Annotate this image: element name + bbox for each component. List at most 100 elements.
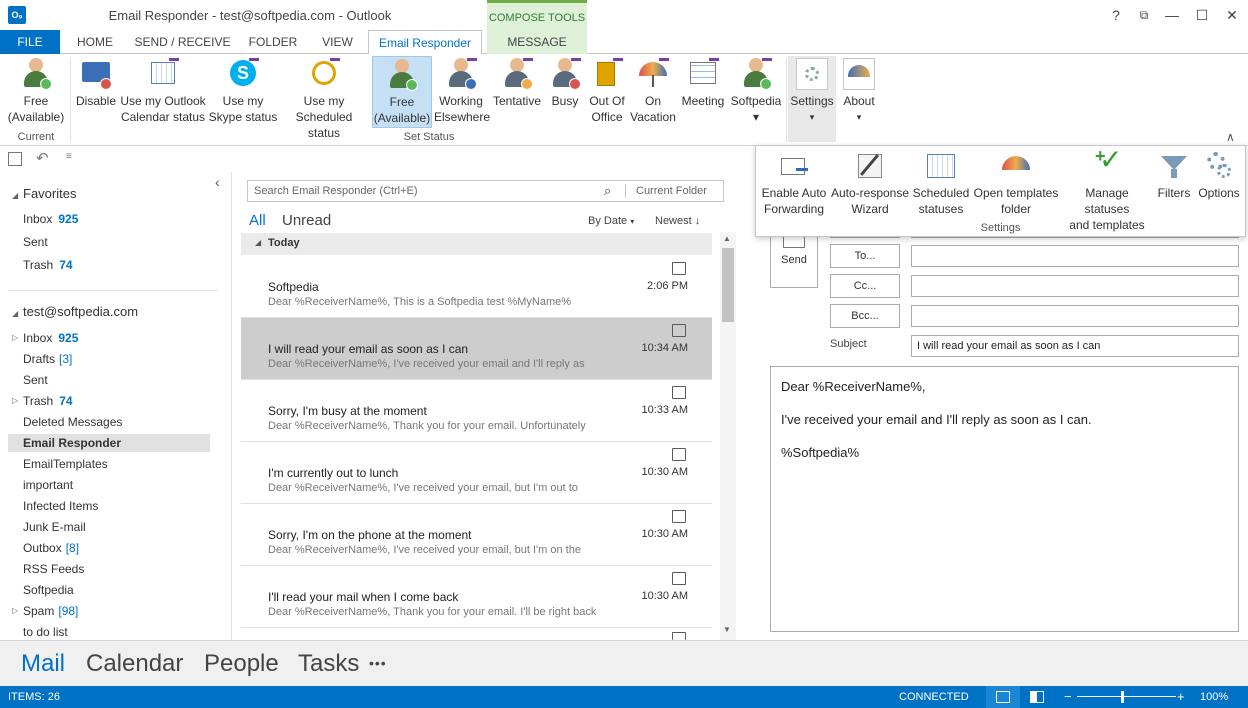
scheduled-statuses-button[interactable]: Scheduled statuses xyxy=(912,148,970,217)
folder-deleted-messages[interactable]: Deleted Messages xyxy=(23,415,122,429)
about-dropdown-button[interactable]: About ▾ xyxy=(838,56,880,125)
undo-icon[interactable]: ↶ xyxy=(36,149,49,167)
cc-field[interactable] xyxy=(911,275,1239,297)
disable-button[interactable]: Disable xyxy=(74,56,118,109)
nav-tasks[interactable]: Tasks xyxy=(298,650,359,678)
folder-sent[interactable]: Sent xyxy=(23,373,48,387)
message-item[interactable]: Sorry, I'm on the phone at the moment De… xyxy=(241,504,712,566)
tab-message[interactable]: MESSAGE xyxy=(487,30,587,54)
folder-drafts[interactable]: Drafts [3] xyxy=(23,352,72,366)
message-body-editor[interactable]: Dear %ReceiverName%, I've received your … xyxy=(770,366,1239,632)
manage-statuses-templates-button[interactable]: + ✓ Manage statuses and templates xyxy=(1062,146,1152,233)
tab-folder[interactable]: FOLDER xyxy=(243,30,303,54)
folder-softpedia[interactable]: Softpedia xyxy=(23,583,74,597)
search-scope-dropdown[interactable]: Current Folder xyxy=(636,181,707,201)
account-header[interactable]: test@softpedia.com xyxy=(23,304,138,319)
bcc-button[interactable]: Bcc... xyxy=(830,304,900,328)
auto-response-wizard-button[interactable]: Auto-response Wizard xyxy=(830,148,910,217)
message-item[interactable]: I'm currently out to lunch Dear %Receive… xyxy=(241,442,712,504)
normal-view-button[interactable] xyxy=(986,686,1020,708)
expand-inbox-icon[interactable]: ▷ xyxy=(12,333,18,342)
customize-qat-icon[interactable]: ≡ xyxy=(66,151,72,162)
folder-outbox[interactable]: Outbox [8] xyxy=(23,541,79,555)
favorites-header[interactable]: Favorites xyxy=(23,186,76,201)
nav-calendar[interactable]: Calendar xyxy=(86,650,183,678)
free-available-button[interactable]: Free (Available) xyxy=(372,56,432,128)
collapse-ribbon-icon[interactable]: ∧ xyxy=(1226,130,1235,144)
sort-order-toggle[interactable]: Newest ↓ xyxy=(655,215,700,227)
outlook-calendar-status-button[interactable]: Use my Outlook Calendar status xyxy=(118,56,208,125)
favorite-sent[interactable]: Sent xyxy=(23,235,48,249)
favorite-trash[interactable]: Trash 74 xyxy=(23,258,73,272)
tab-email-responder[interactable]: Email Responder xyxy=(368,30,482,55)
message-item[interactable]: I'll read your mail when I come back Dea… xyxy=(241,566,712,628)
folder-to-do-list[interactable]: to do list xyxy=(23,625,68,639)
message-item[interactable]: Sorry, I'm busy at the moment Dear %Rece… xyxy=(241,380,712,442)
filters-button[interactable]: Filters xyxy=(1154,148,1194,201)
sort-by-dropdown[interactable]: By Date ▾ xyxy=(588,215,634,227)
collapse-pane-icon[interactable]: ‹ xyxy=(215,174,220,190)
send-button[interactable]: Send xyxy=(770,232,818,288)
busy-button[interactable]: Busy xyxy=(546,56,584,109)
zoom-slider-track[interactable] xyxy=(1077,696,1176,697)
search-input[interactable]: Search Email Responder (Ctrl+E) ⌕ Curren… xyxy=(247,180,724,202)
subject-field[interactable]: I will read your email as soon as I can xyxy=(911,335,1239,357)
folder-junk-email[interactable]: Junk E-mail xyxy=(23,520,86,534)
tab-home[interactable]: HOME xyxy=(66,30,124,54)
expand-trash-icon[interactable]: ▷ xyxy=(12,396,18,405)
group-header-today[interactable]: ◢ Today xyxy=(241,233,712,255)
message-item[interactable] xyxy=(241,628,712,640)
expand-account-icon[interactable]: ◢ xyxy=(12,309,18,318)
to-button[interactable]: To... xyxy=(830,244,900,268)
cc-button[interactable]: Cc... xyxy=(830,274,900,298)
out-of-office-button[interactable]: Out Of Office xyxy=(586,56,628,125)
zoom-in-icon[interactable]: + xyxy=(1177,686,1185,708)
scrollbar-thumb[interactable] xyxy=(722,248,734,322)
working-elsewhere-button[interactable]: Working Elsewhere xyxy=(434,56,490,125)
folder-infected-items[interactable]: Infected Items xyxy=(23,499,98,513)
zoom-out-icon[interactable]: − xyxy=(1064,686,1072,708)
nav-mail[interactable]: Mail xyxy=(21,650,65,678)
folder-rss-feeds[interactable]: RSS Feeds xyxy=(23,562,84,576)
message-item[interactable]: Softpedia Dear %ReceiverName%, This is a… xyxy=(241,256,712,318)
to-field[interactable] xyxy=(911,245,1239,267)
expand-favorites-icon[interactable]: ◢ xyxy=(12,191,18,200)
tab-file[interactable]: FILE xyxy=(0,30,60,54)
folder-emailtemplates[interactable]: EmailTemplates xyxy=(23,457,108,471)
on-vacation-button[interactable]: On Vacation xyxy=(628,56,678,125)
scheduled-status-button[interactable]: Use my Scheduled status xyxy=(278,56,370,141)
folder-inbox[interactable]: Inbox 925 xyxy=(23,331,78,345)
skype-status-button[interactable]: S Use my Skype status xyxy=(208,56,278,125)
settings-dropdown-button[interactable]: Settings ▾ xyxy=(788,56,836,142)
help-button[interactable]: ? xyxy=(1106,6,1126,24)
tab-send-receive[interactable]: SEND / RECEIVE xyxy=(130,30,235,54)
more-modules-icon[interactable]: ••• xyxy=(369,655,387,671)
bcc-field[interactable] xyxy=(911,305,1239,327)
filter-all[interactable]: All xyxy=(249,212,266,229)
folder-important[interactable]: important xyxy=(23,478,73,492)
zoom-level[interactable]: 100% xyxy=(1200,686,1228,708)
message-item-selected[interactable]: I will read your email as soon as I can … xyxy=(241,318,712,380)
search-icon[interactable]: ⌕ xyxy=(604,181,611,201)
zoom-slider-thumb[interactable] xyxy=(1121,691,1124,703)
expand-spam-icon[interactable]: ▷ xyxy=(12,606,18,615)
folder-spam[interactable]: Spam [98] xyxy=(23,604,78,618)
options-button[interactable]: Options xyxy=(1196,148,1242,201)
minimize-button[interactable]: — xyxy=(1162,6,1182,24)
scroll-down-icon[interactable]: ▼ xyxy=(723,625,731,634)
close-button[interactable]: ✕ xyxy=(1222,6,1242,24)
enable-auto-forwarding-button[interactable]: Enable Auto Forwarding xyxy=(760,148,828,217)
current-status-button[interactable]: Free (Available) xyxy=(4,56,68,125)
ribbon-display-button[interactable]: ⧉ xyxy=(1134,6,1154,24)
message-list-scrollbar[interactable]: ▲ ▼ xyxy=(720,232,736,640)
filter-unread[interactable]: Unread xyxy=(282,212,331,229)
tentative-button[interactable]: Tentative xyxy=(490,56,544,109)
reading-view-icon[interactable] xyxy=(1030,691,1044,703)
folder-trash[interactable]: Trash 74 xyxy=(23,394,73,408)
nav-people[interactable]: People xyxy=(204,650,279,678)
open-templates-folder-button[interactable]: Open templates folder xyxy=(972,148,1060,217)
softpedia-status-button[interactable]: Softpedia ▾ xyxy=(728,56,784,125)
scroll-up-icon[interactable]: ▲ xyxy=(723,234,731,243)
tab-view[interactable]: VIEW xyxy=(310,30,365,54)
meeting-button[interactable]: Meeting xyxy=(680,56,726,109)
